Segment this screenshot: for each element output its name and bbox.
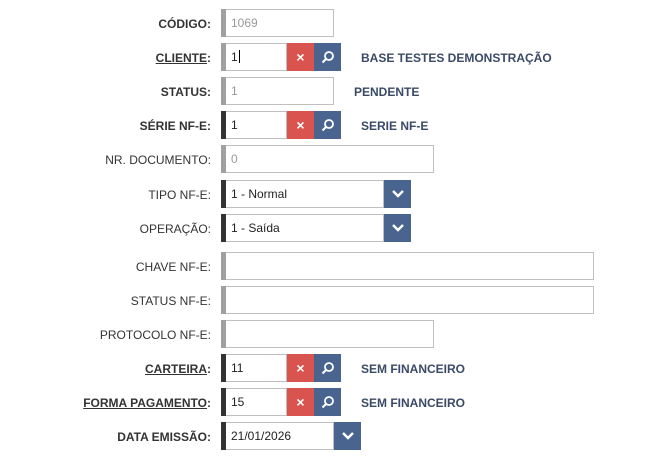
carteira-label-wrap: CARTEIRA: [145, 354, 211, 384]
cliente-field[interactable]: 1 × [221, 43, 341, 71]
row-operacao: OPERAÇÃO: 1 - Saída [0, 214, 651, 244]
row-status: STATUS: 1 PENDENTE [0, 77, 651, 107]
chave-label: CHAVE NF-E: [135, 260, 211, 274]
cliente-clear-button[interactable]: × [287, 43, 314, 71]
cliente-value: 1 [231, 50, 238, 64]
nr-documento-field[interactable]: 0 [221, 145, 434, 173]
field-indicator [221, 252, 226, 280]
search-icon [321, 51, 334, 64]
search-icon [321, 396, 334, 409]
serie-field[interactable]: 1 × [221, 111, 341, 139]
row-tipo: TIPO NF-E: 1 - Normal [0, 180, 651, 210]
chevron-down-icon [341, 432, 354, 440]
operacao-dropdown-button[interactable] [384, 214, 411, 242]
row-chave: CHAVE NF-E: [0, 252, 651, 282]
row-status-nfe: STATUS NF-E: [0, 286, 651, 316]
serie-label: SÉRIE NF-E: [139, 119, 211, 133]
carteira-search-button[interactable] [314, 354, 341, 382]
operacao-value: 1 - Saída [231, 221, 280, 235]
clear-icon: × [296, 394, 305, 410]
chevron-down-icon [391, 224, 404, 232]
colon: : [207, 51, 211, 65]
field-indicator [221, 180, 226, 208]
text-cursor [238, 50, 240, 63]
cliente-label-link[interactable]: CLIENTE [156, 51, 207, 65]
field-indicator [221, 145, 226, 173]
forma-pagamento-search-button[interactable] [314, 388, 341, 416]
serie-search-button[interactable] [314, 111, 341, 139]
forma-pagamento-clear-button[interactable]: × [287, 388, 314, 416]
tipo-dropdown-button[interactable] [384, 180, 411, 208]
nfe-form: CÓDIGO: 1069 CLIENTE: 1 × BASE TESTES DE… [0, 0, 651, 456]
forma-pagamento-field[interactable]: 15 × [221, 388, 341, 416]
data-emissao-dropdown-button[interactable] [334, 422, 361, 450]
codigo-value: 1069 [231, 16, 258, 30]
forma-pagamento-description: SEM FINANCEIRO [361, 396, 466, 410]
field-indicator [221, 354, 226, 382]
carteira-label-link[interactable]: CARTEIRA [145, 362, 207, 376]
row-serie: SÉRIE NF-E: 1 × SERIE NF-E [0, 111, 651, 141]
search-icon [321, 119, 334, 132]
status-field[interactable]: 1 [221, 77, 334, 105]
serie-value: 1 [231, 118, 238, 132]
operacao-label: OPERAÇÃO: [139, 222, 211, 236]
cliente-input-value: 1 [231, 44, 240, 70]
chave-field[interactable] [221, 252, 594, 280]
carteira-clear-button[interactable]: × [287, 354, 314, 382]
forma-pagamento-value: 15 [231, 395, 245, 409]
clear-icon: × [296, 117, 305, 133]
field-indicator [221, 111, 226, 139]
field-indicator [221, 214, 226, 242]
carteira-field[interactable]: 11 × [221, 354, 341, 382]
codigo-label: CÓDIGO: [158, 17, 211, 31]
data-emissao-value: 21/01/2026 [231, 429, 292, 443]
nr-documento-value: 0 [231, 152, 238, 166]
row-cliente: CLIENTE: 1 × BASE TESTES DEMONSTRAÇÃO [0, 43, 651, 73]
row-carteira: CARTEIRA: 11 × SEM FINANCEIRO [0, 354, 651, 384]
forma-pagamento-label-wrap: FORMA PAGAMENTO: [83, 388, 211, 418]
field-indicator [221, 388, 226, 416]
operacao-select[interactable]: 1 - Saída [221, 214, 411, 242]
status-nfe-label: STATUS NF-E: [130, 294, 211, 308]
field-indicator [221, 43, 226, 71]
status-description: PENDENTE [354, 85, 420, 99]
cliente-label-wrap: CLIENTE: [156, 43, 211, 73]
status-value: 1 [231, 84, 238, 98]
chevron-down-icon [391, 190, 404, 198]
clear-icon: × [296, 49, 305, 65]
carteira-value: 11 [231, 361, 244, 375]
tipo-value: 1 - Normal [231, 187, 288, 201]
cliente-description: BASE TESTES DEMONSTRAÇÃO [361, 51, 552, 65]
field-indicator [221, 286, 226, 314]
protocolo-label: PROTOCOLO NF-E: [99, 328, 211, 342]
tipo-label: TIPO NF-E: [148, 188, 211, 202]
cliente-search-button[interactable] [314, 43, 341, 71]
serie-description: SERIE NF-E [361, 119, 429, 133]
clear-icon: × [296, 360, 305, 376]
nr-documento-label: NR. DOCUMENTO: [105, 153, 211, 167]
protocolo-field[interactable] [221, 320, 434, 348]
data-emissao-field[interactable]: 21/01/2026 [221, 422, 361, 450]
row-nr-documento: NR. DOCUMENTO: 0 [0, 145, 651, 175]
field-indicator [221, 320, 226, 348]
colon: : [207, 362, 211, 376]
row-protocolo: PROTOCOLO NF-E: [0, 320, 651, 350]
tipo-select[interactable]: 1 - Normal [221, 180, 411, 208]
carteira-description: SEM FINANCEIRO [361, 362, 466, 376]
codigo-field[interactable]: 1069 [221, 9, 334, 37]
data-emissao-label: DATA EMISSÃO: [117, 430, 211, 444]
status-label: STATUS: [160, 85, 211, 99]
colon: : [207, 396, 211, 410]
field-indicator [221, 422, 226, 450]
serie-clear-button[interactable]: × [287, 111, 314, 139]
status-nfe-field[interactable] [221, 286, 594, 314]
forma-pagamento-label-link[interactable]: FORMA PAGAMENTO [83, 396, 207, 410]
row-forma-pagamento: FORMA PAGAMENTO: 15 × SEM FINANCEIRO [0, 388, 651, 418]
field-indicator [221, 77, 226, 105]
search-icon [321, 362, 334, 375]
row-codigo: CÓDIGO: 1069 [0, 9, 651, 39]
field-indicator [221, 9, 226, 37]
row-data-emissao: DATA EMISSÃO: 21/01/2026 [0, 422, 651, 452]
